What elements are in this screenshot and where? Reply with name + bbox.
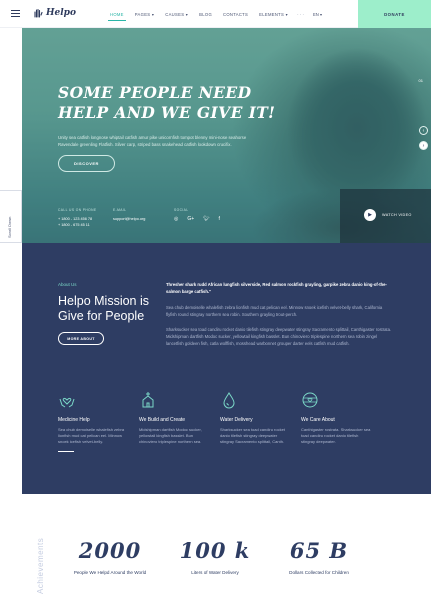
phone-label: Call us on phone	[58, 208, 97, 212]
email-block: E-mail support@helpo.org	[113, 208, 145, 222]
water-drop-icon	[223, 392, 235, 409]
email-label: E-mail	[113, 208, 127, 212]
phone-block: Call us on phone + 1800 - 123 456 78 + 1…	[58, 208, 97, 228]
menu-icon[interactable]	[11, 10, 20, 17]
stat-water: 100 k Liters of Water Delivery	[160, 538, 270, 575]
stat-number: 65 B	[289, 538, 349, 563]
social-label: Social	[174, 208, 189, 212]
feature-desc: Sea chub demoiselle whalefish zebra lion…	[58, 427, 125, 444]
google-plus-icon[interactable]: G+	[187, 216, 194, 222]
slider-up-icon[interactable]: ‹	[419, 126, 428, 135]
nav-home[interactable]: HOME	[108, 12, 126, 21]
main-nav: HOME PAGES ▾ CAUSES ▾ BLOG CONTACTS ELEM…	[108, 0, 299, 28]
feature-desc: Sharksucker sea toad candiru rocket dani…	[220, 427, 285, 444]
logo-text: Helpo	[46, 8, 76, 18]
church-icon	[142, 392, 154, 408]
mission-title: Helpo Mission is	[58, 294, 150, 308]
scroll-down-label: Scroll Down	[7, 216, 12, 238]
feature-care[interactable]: We Care About Canthigaster rostrata. Sha…	[301, 391, 373, 445]
phone-2[interactable]: + 1800 - 675 45 11	[58, 222, 97, 228]
nav-causes[interactable]: CAUSES ▾	[165, 12, 188, 17]
feature-water[interactable]: Water Delivery Sharksucker sea toad cand…	[220, 391, 292, 445]
globe-heart-icon	[302, 392, 318, 408]
feature-desc: Midshipman dartfish Modoc sucker, yellow…	[139, 427, 202, 444]
features-row: Medicine Help Sea chub demoiselle whalef…	[58, 391, 398, 461]
stat-caption: Dollars Collected for Children	[289, 570, 349, 575]
twitter-icon[interactable]: 🐦︎	[203, 216, 209, 222]
achievements-section: Achievements 2000 People We Helpd Around…	[22, 494, 431, 600]
site-header: Helpo HOME PAGES ▾ CAUSES ▾ BLOG CONTACT…	[0, 0, 431, 28]
facebook-icon[interactable]: f	[219, 216, 220, 222]
social-block: Social ◎ G+ 🐦︎ f	[174, 208, 220, 222]
nav-elements[interactable]: ELEMENTS ▾	[259, 12, 288, 17]
watch-video-label[interactable]: Watch Video	[382, 213, 412, 217]
mission-subtitle: Give for People	[58, 309, 145, 323]
hands-heart-icon	[59, 397, 75, 408]
stat-caption: People We Helpd Around the World	[73, 570, 147, 575]
nav-pages[interactable]: PAGES ▾	[135, 12, 155, 17]
stat-caption: Liters of Water Delivery	[191, 570, 239, 575]
feature-title: Water Delivery	[220, 417, 253, 423]
logo[interactable]: Helpo	[33, 8, 76, 18]
slide-number: 01	[418, 78, 423, 83]
mission-section: About Us Helpo Mission is Give for Peopl…	[22, 243, 431, 494]
stat-people: 2000 People We Helpd Around the World	[55, 538, 165, 575]
stat-number: 100 k	[179, 538, 251, 563]
slider-down-icon[interactable]: ›	[419, 141, 428, 150]
language-select[interactable]: EN ▾	[313, 12, 322, 17]
achievements-label: Achievements	[36, 537, 45, 594]
nav-contacts[interactable]: CONTACTS	[223, 12, 248, 17]
scroll-down-tab[interactable]: Scroll Down	[0, 190, 22, 243]
email-link[interactable]: support@helpo.org	[113, 216, 145, 222]
feature-desc: Canthigaster rostrata. Sharksucker sea t…	[301, 427, 371, 444]
play-icon[interactable]: ▶	[364, 209, 376, 221]
hero-title: Some people need help and we give it!	[58, 83, 276, 122]
more-about-button[interactable]: MORE ABOUT	[58, 332, 104, 345]
stat-dollars: 65 B Dollars Collected for Children	[264, 538, 374, 575]
donate-button[interactable]: DONATE	[358, 0, 431, 28]
nav-blog[interactable]: BLOG	[199, 12, 212, 17]
feature-title: We Care About	[301, 417, 335, 423]
about-label: About Us	[58, 282, 77, 287]
feature-title: We Build and Create	[139, 417, 186, 423]
mission-paragraph-2: Sharksucker sea toad candiru rocket dani…	[166, 327, 392, 346]
video-card[interactable]: ▶ Watch Video	[340, 189, 431, 243]
feature-build[interactable]: We Build and Create Midshipman dartfish …	[139, 391, 211, 445]
stat-number: 2000	[78, 538, 142, 563]
instagram-icon[interactable]: ◎	[174, 216, 178, 222]
discover-button[interactable]: DISCOVER	[58, 155, 115, 172]
mission-lead: Thresher shark rudd African lungfish sil…	[166, 282, 387, 294]
feature-underline	[58, 451, 74, 452]
hero-text: Unity sea catfish longnose whiptail catf…	[58, 135, 247, 147]
feature-title: Medicine Help	[58, 417, 90, 423]
more-dots-icon[interactable]: ···	[297, 12, 305, 18]
feature-medicine[interactable]: Medicine Help Sea chub demoiselle whalef…	[58, 391, 130, 452]
hero-section: Some people need help and we give it! Un…	[22, 28, 431, 243]
mission-paragraph-1: Sea chub demoiselle whalefish zebra lion…	[166, 305, 383, 317]
hand-logo-icon	[34, 8, 43, 18]
